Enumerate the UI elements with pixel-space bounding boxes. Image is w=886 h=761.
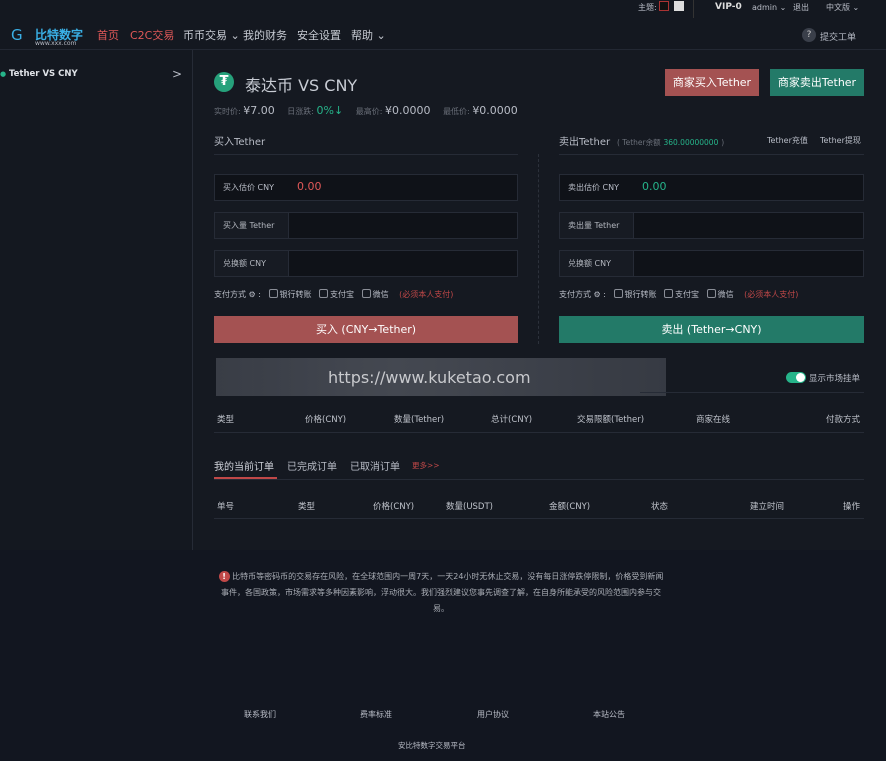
col-limit: 交易限额(Tether) [577, 415, 645, 425]
col-order-qty: 数量(USDT) [446, 502, 493, 512]
footer-link-terms[interactable]: 用户协议 [477, 709, 509, 720]
nav-finance[interactable]: 我的财务 [243, 27, 287, 43]
bank-checkbox[interactable] [268, 289, 278, 298]
merchant-buy-button[interactable]: 商家买入Tether [665, 69, 759, 96]
tab-cancelled-orders[interactable]: 已取消订单 [350, 458, 400, 473]
risk-warning: ! 比特币等密码币的交易存在风险，在全球范围内一周7天，一天24小时无休止交易，… [218, 569, 664, 617]
nav-c2c[interactable]: C2C交易 [130, 27, 174, 43]
col-order-status: 状态 [651, 502, 669, 512]
nav-home[interactable]: 首页 [97, 27, 119, 43]
nav-security[interactable]: 安全设置 [297, 27, 341, 43]
withdraw-link[interactable]: Tether提现 [820, 135, 861, 146]
nav-spot[interactable]: 币币交易 ⌄ [183, 27, 240, 43]
merchant-sell-button[interactable]: 商家卖出Tether [770, 69, 864, 96]
footer-link-notice[interactable]: 本站公告 [593, 709, 625, 720]
sell-estimate-field: 卖出估价 CNY 0.00 [559, 174, 864, 201]
nav-help[interactable]: 帮助 ⌄ [351, 27, 386, 43]
market-title: 泰达币 VS CNY [245, 76, 358, 95]
theme-dark-swatch[interactable] [659, 1, 669, 11]
col-online: 商家在线 [696, 415, 731, 425]
buy-estimate-field: 买入估价 CNY 0.00 [214, 174, 518, 201]
col-order-amount: 金额(CNY) [549, 502, 591, 512]
sell-amount-input[interactable]: 卖出量 Tether [559, 212, 864, 239]
header: 主题: VIP-0 admin ⌄ 退出 中文版 ⌄ G 比特数字 www.xx… [0, 0, 886, 50]
sell-header: 卖出Tether ( Tether余额 360.00000000 ) [559, 137, 725, 148]
more-orders-link[interactable]: 更多>> [412, 460, 440, 471]
col-order-time: 建立时间 [750, 502, 785, 512]
footer: ! 比特币等密码币的交易存在风险，在全球范围内一周7天，一天24小时无休止交易，… [0, 550, 886, 761]
gear-icon: ⚙ [248, 290, 256, 299]
deposit-link[interactable]: Tether充值 [767, 135, 808, 146]
theme-label: 主题: [638, 3, 657, 12]
col-amount: 数量(Tether) [394, 415, 445, 425]
sidebar-item-tether-cny[interactable]: ● Tether VS CNY > [0, 67, 190, 81]
user-menu[interactable]: admin ⌄ [752, 3, 786, 12]
buy-total-input[interactable]: 兑换额 CNY [214, 250, 518, 277]
col-payment: 付款方式 [826, 415, 861, 425]
chevron-right-icon: > [172, 67, 183, 81]
sell-total-input[interactable]: 兑换额 CNY [559, 250, 864, 277]
gear-icon: ⚙ [593, 290, 601, 299]
col-total: 总计(CNY) [491, 415, 533, 425]
col-type: 类型 [217, 415, 235, 425]
buy-payment-methods: 支付方式 ⚙ : 银行转账 支付宝 微信 (必须本人支付) [214, 289, 454, 299]
submit-ticket-link[interactable]: 提交工单 [820, 30, 856, 43]
tether-logo-icon: ₮ [214, 72, 234, 92]
show-market-toggle[interactable] [786, 372, 806, 383]
buy-submit-button[interactable]: 买入 (CNY→Tether) [214, 316, 518, 343]
footer-link-fees[interactable]: 费率标准 [360, 709, 392, 720]
price-stats: 实时价: ¥7.00 日涨跌: 0%↓ 最高价: ¥0.0000 最低价: ¥0… [214, 104, 518, 117]
sell-submit-button[interactable]: 卖出 (Tether→CNY) [559, 316, 864, 343]
alipay-checkbox[interactable] [664, 289, 674, 298]
sell-payment-methods: 支付方式 ⚙ : 银行转账 支付宝 微信 (必须本人支付) [559, 289, 799, 299]
theme-light-swatch[interactable] [674, 1, 684, 11]
logo-icon: G [11, 26, 23, 44]
wechat-checkbox[interactable] [706, 289, 716, 298]
col-order-price: 价格(CNY) [373, 502, 415, 512]
vip-level: VIP-0 [715, 2, 742, 12]
tether-icon: ● [0, 70, 7, 78]
sidebar: ● Tether VS CNY > [0, 50, 193, 550]
copyright: 安比特数字交易平台 [398, 741, 466, 750]
tab-current-orders[interactable]: 我的当前订单 [214, 458, 274, 473]
show-market-label: 显示市场挂单 [809, 374, 861, 384]
help-icon: ? [802, 28, 816, 42]
bank-checkbox[interactable] [613, 289, 623, 298]
buy-title: 买入Tether [214, 137, 266, 148]
col-price: 价格(CNY) [305, 415, 347, 425]
col-order-id: 单号 [217, 502, 235, 512]
watermark: https://www.kuketao.com [216, 358, 666, 396]
tab-completed-orders[interactable]: 已完成订单 [287, 458, 337, 473]
col-order-action: 操作 [843, 502, 861, 512]
footer-link-contact[interactable]: 联系我们 [244, 709, 276, 720]
language-select[interactable]: 中文版 ⌄ [826, 2, 859, 13]
col-order-type: 类型 [298, 502, 316, 512]
warning-icon: ! [218, 571, 230, 582]
wechat-checkbox[interactable] [361, 289, 371, 298]
logout-link[interactable]: 退出 [793, 2, 809, 13]
alipay-checkbox[interactable] [319, 289, 329, 298]
buy-amount-input[interactable]: 买入量 Tether [214, 212, 518, 239]
